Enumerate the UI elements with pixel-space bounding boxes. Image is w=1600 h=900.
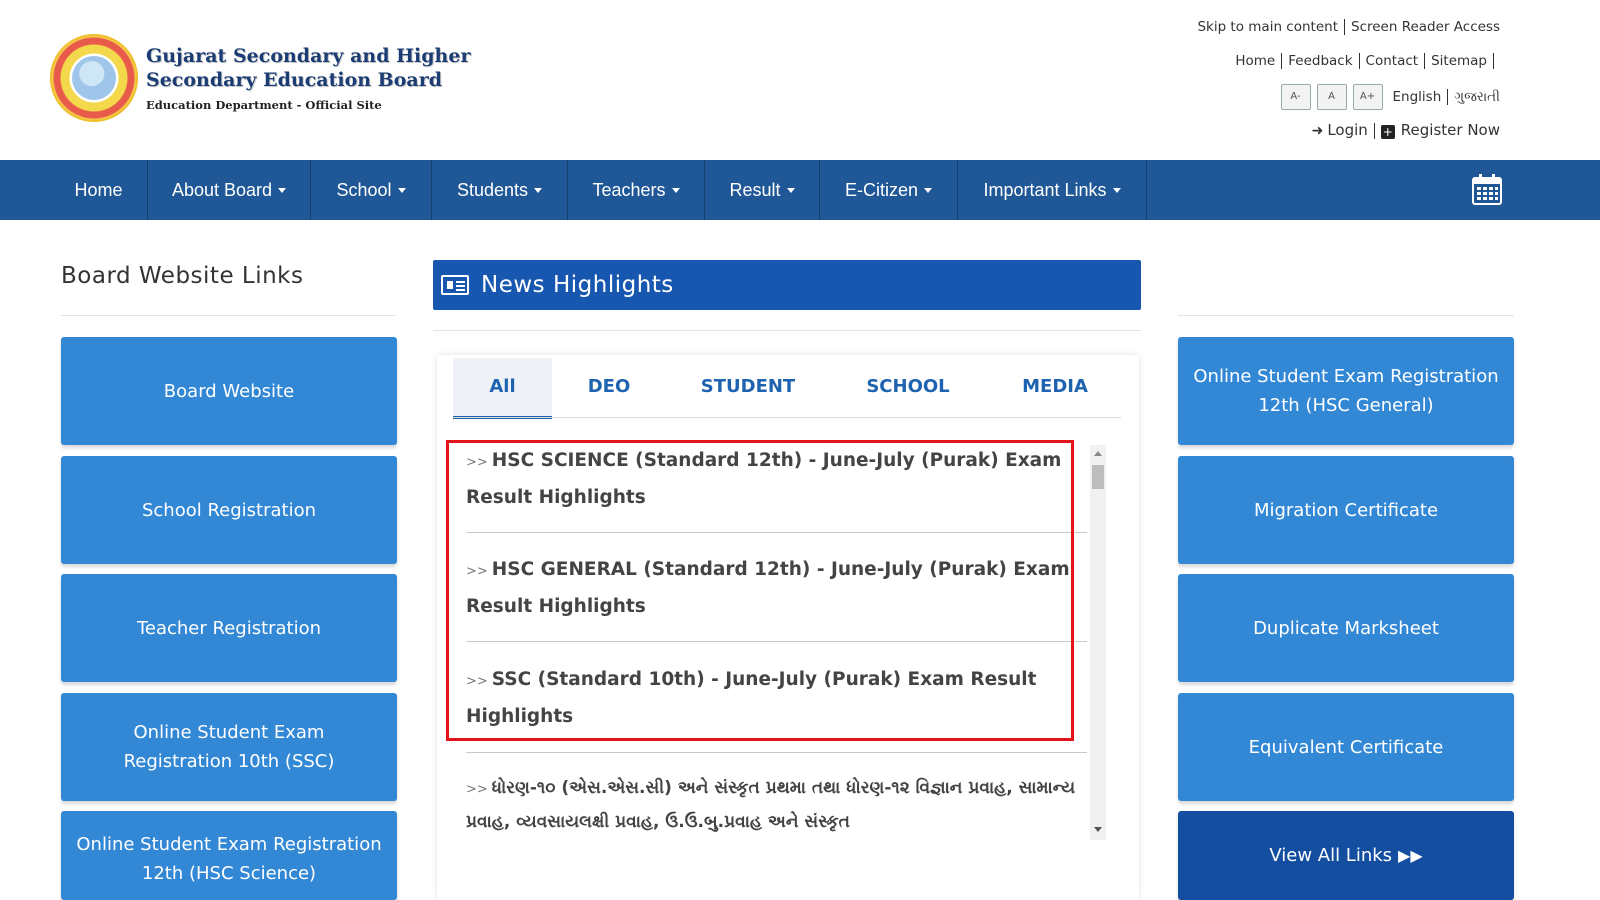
button-label: View All Links bbox=[1269, 845, 1393, 866]
accessibility-links: Skip to main content Screen Reader Access bbox=[1197, 19, 1500, 35]
button-label: Board Website bbox=[163, 380, 295, 402]
board-logo[interactable] bbox=[50, 34, 138, 122]
button-label: Duplicate Marksheet bbox=[1253, 617, 1439, 639]
brand-title-line2: Secondary Education Board bbox=[146, 69, 443, 91]
button-label: Equivalent Certificate bbox=[1248, 736, 1444, 758]
news-highlights-title: News Highlights bbox=[481, 272, 674, 298]
scroll-down-icon[interactable] bbox=[1094, 827, 1102, 832]
feedback-link[interactable]: Feedback bbox=[1288, 53, 1352, 69]
newspaper-icon bbox=[441, 275, 469, 295]
double-chevron-right-icon: ▶▶ bbox=[1398, 846, 1423, 865]
view-all-links-button[interactable]: View All Links ▶▶ bbox=[1178, 811, 1514, 900]
nav-home-label: Home bbox=[74, 180, 123, 200]
login-link[interactable]: Login bbox=[1327, 121, 1367, 139]
button-label: Migration Certificate bbox=[1253, 499, 1439, 521]
school-registration-button[interactable]: School Registration bbox=[61, 456, 397, 564]
screen-reader-access-link[interactable]: Screen Reader Access bbox=[1351, 19, 1500, 35]
hsc-science-exam-registration-button[interactable]: Online Student Exam Registration 12th (H… bbox=[61, 811, 397, 900]
login-icon: ➜ bbox=[1311, 123, 1324, 139]
nav-result[interactable]: Result bbox=[705, 160, 820, 220]
divider bbox=[466, 752, 1087, 753]
button-label: Online Student Exam Registration 10th (S… bbox=[123, 722, 335, 772]
nav-school-label: School bbox=[336, 180, 392, 200]
chevron-down-icon bbox=[671, 188, 680, 193]
calendar-icon[interactable] bbox=[1472, 173, 1502, 205]
button-label: Online Student Exam Registration 12th (H… bbox=[1193, 366, 1499, 416]
highlight-annotation-box bbox=[446, 440, 1074, 741]
nav-home[interactable]: Home bbox=[50, 160, 148, 220]
nav-about-board[interactable]: About Board bbox=[148, 160, 311, 220]
scroll-thumb[interactable] bbox=[1092, 465, 1104, 489]
skip-to-content-link[interactable]: Skip to main content bbox=[1197, 19, 1338, 35]
nav-e-citizen-label: E-Citizen bbox=[844, 180, 919, 200]
sitemap-link[interactable]: Sitemap bbox=[1431, 53, 1487, 69]
separator bbox=[1344, 19, 1345, 35]
chevron-down-icon bbox=[924, 188, 933, 193]
font-increase-button[interactable]: A+ bbox=[1352, 84, 1383, 110]
nav-important-links[interactable]: Important Links bbox=[958, 160, 1147, 220]
board-website-button[interactable]: Board Website bbox=[61, 337, 397, 445]
nav-school[interactable]: School bbox=[311, 160, 432, 220]
language-gujarati-link[interactable]: ગુજરાતી bbox=[1454, 89, 1500, 105]
brand-title-line1: Gujarat Secondary and Higher bbox=[146, 45, 471, 67]
chevron-down-icon bbox=[786, 188, 795, 193]
divider bbox=[1178, 315, 1514, 316]
divider bbox=[61, 315, 396, 316]
contact-link[interactable]: Contact bbox=[1366, 53, 1419, 69]
button-label: Teacher Registration bbox=[136, 617, 322, 639]
nav-students[interactable]: Students bbox=[432, 160, 568, 220]
language-english-link[interactable]: English bbox=[1393, 89, 1442, 105]
scroll-up-icon[interactable] bbox=[1094, 451, 1102, 456]
bird-emblem-icon bbox=[72, 56, 116, 100]
board-website-links-title: Board Website Links bbox=[61, 263, 304, 289]
teacher-registration-button[interactable]: Teacher Registration bbox=[61, 574, 397, 682]
font-reset-button[interactable]: A bbox=[1316, 84, 1347, 110]
duplicate-marksheet-button[interactable]: Duplicate Marksheet bbox=[1178, 574, 1514, 682]
chevron-down-icon bbox=[397, 188, 406, 193]
tab-deo[interactable]: DEO bbox=[574, 358, 644, 416]
double-arrow-icon: >> bbox=[466, 782, 488, 797]
tab-all[interactable]: All bbox=[453, 358, 552, 419]
button-label: School Registration bbox=[141, 499, 317, 521]
news-scrollbar[interactable] bbox=[1090, 445, 1106, 840]
font-decrease-button[interactable]: A- bbox=[1280, 84, 1311, 110]
nav-about-board-label: About Board bbox=[171, 180, 273, 200]
account-links: ➜ Login + Register Now bbox=[1312, 121, 1500, 139]
tabs-divider bbox=[453, 417, 1121, 418]
brand-subtitle: Education Department - Official Site bbox=[146, 98, 382, 112]
register-now-link[interactable]: Register Now bbox=[1401, 121, 1500, 139]
divider bbox=[433, 330, 1141, 331]
tab-school[interactable]: SCHOOL bbox=[854, 358, 962, 416]
home-link[interactable]: Home bbox=[1235, 53, 1275, 69]
news-highlights-header: News Highlights bbox=[433, 260, 1141, 310]
nav-teachers[interactable]: Teachers bbox=[568, 160, 705, 220]
nav-result-label: Result bbox=[729, 180, 781, 200]
equivalent-certificate-button[interactable]: Equivalent Certificate bbox=[1178, 693, 1514, 801]
site-header: Gujarat Secondary and Higher Secondary E… bbox=[0, 0, 1600, 160]
migration-certificate-button[interactable]: Migration Certificate bbox=[1178, 456, 1514, 564]
hsc-general-exam-registration-button[interactable]: Online Student Exam Registration 12th (H… bbox=[1178, 337, 1514, 445]
tab-media[interactable]: MEDIA bbox=[1010, 358, 1100, 416]
button-label: Online Student Exam Registration 12th (H… bbox=[76, 834, 382, 884]
tab-student[interactable]: STUDENT bbox=[688, 358, 808, 416]
main-navbar: Home About Board School Students Teacher… bbox=[0, 160, 1600, 220]
font-and-language-controls: A- A A+ English ગુજરાતી bbox=[1275, 84, 1500, 110]
chevron-down-icon bbox=[1112, 188, 1121, 193]
chevron-down-icon bbox=[534, 188, 543, 193]
nav-important-links-label: Important Links bbox=[983, 180, 1107, 200]
ssc-exam-registration-button[interactable]: Online Student Exam Registration 10th (S… bbox=[61, 693, 397, 801]
chevron-down-icon bbox=[278, 188, 287, 193]
nav-students-label: Students bbox=[456, 180, 529, 200]
news-item[interactable]: >> ધોરણ-૧૦ (એસ.એસ.સી) અને સંસ્કૃત પ્રથમા … bbox=[466, 772, 1076, 839]
utility-links: Home Feedback Contact Sitemap bbox=[1235, 53, 1500, 69]
brand-block: Gujarat Secondary and Higher Secondary E… bbox=[146, 44, 470, 112]
news-item-text: ધોરણ-૧૦ (એસ.એસ.સી) અને સંસ્કૃત પ્રથમા તથ… bbox=[466, 778, 1076, 832]
register-plus-icon: + bbox=[1380, 125, 1395, 139]
nav-e-citizen[interactable]: E-Citizen bbox=[820, 160, 958, 220]
nav-teachers-label: Teachers bbox=[592, 180, 666, 200]
